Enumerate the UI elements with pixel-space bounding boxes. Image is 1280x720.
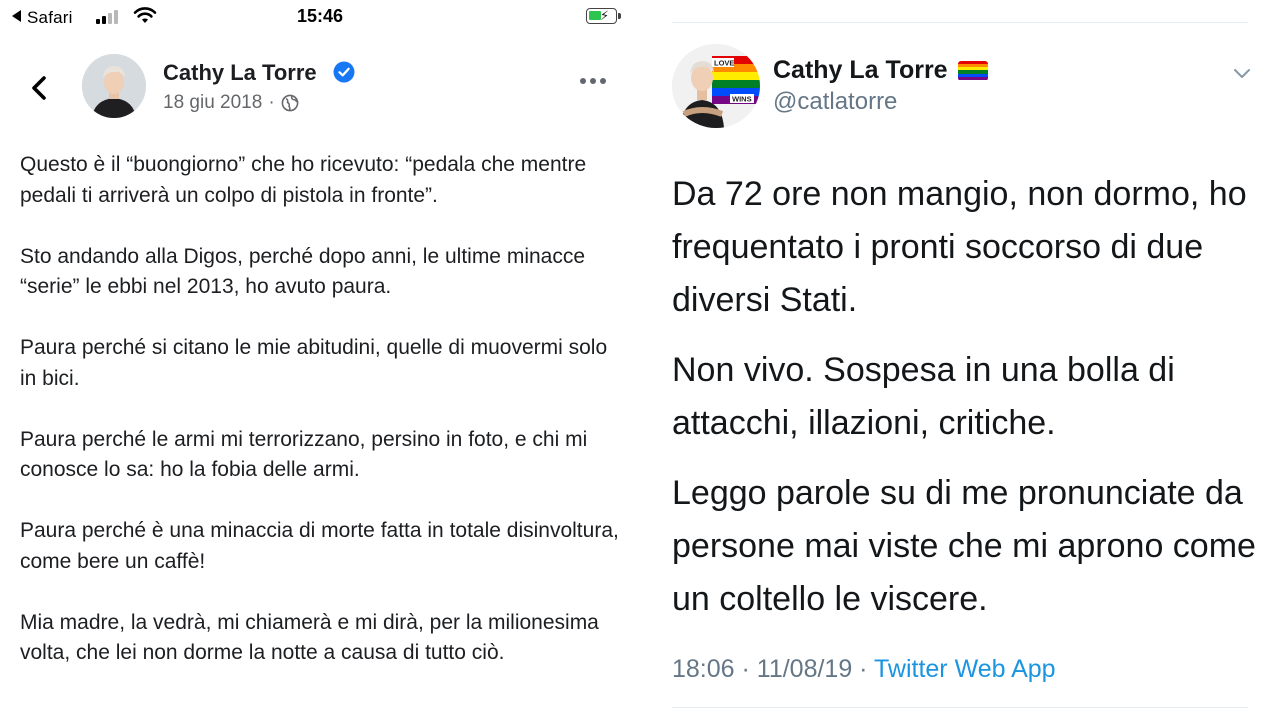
post-text: Questo è il “buongiorno” che ho ricevuto… [20, 150, 620, 699]
tweet-author-name-text: Cathy La Torre [773, 56, 948, 84]
facebook-post-panel: Safari 15:46 ⚡ Cathy La Torre 18 giu 201… [0, 0, 640, 720]
tweet-author-handle[interactable]: @catlatorre [773, 88, 897, 116]
tweet-author-avatar[interactable]: LOVE WINS [672, 44, 760, 128]
avatar-text-wins: WINS [732, 95, 752, 104]
divider [672, 707, 1248, 708]
post-paragraph: Sto andando alla Digos, perché dopo anni… [20, 244, 586, 299]
post-date[interactable]: 18 giu 2018 [163, 92, 262, 114]
post-paragraph: Mia madre, la vedrà, mi chiamerà e mi di… [20, 610, 599, 665]
ios-status-bar: Safari 15:46 ⚡ [0, 0, 640, 36]
chevron-left-icon[interactable] [26, 70, 52, 106]
more-dots-icon[interactable] [580, 78, 606, 84]
tweet-paragraph: Da 72 ore non mangio, non dormo, ho freq… [672, 175, 1247, 319]
battery-icon: ⚡ [586, 8, 621, 24]
tweet-meta: 18:06 · 11/08/19 · Twitter Web App [672, 655, 1056, 684]
tweet-timestamp[interactable]: 18:06 · 11/08/19 · [672, 655, 874, 683]
tweet-text: Da 72 ore non mangio, non dormo, ho freq… [672, 168, 1262, 643]
post-header: Cathy La Torre 18 giu 2018 · [0, 44, 640, 134]
post-paragraph: Paura perché è una minaccia di morte fat… [20, 519, 619, 573]
rainbow-flag-icon [957, 60, 988, 81]
author-avatar[interactable] [82, 54, 146, 118]
tweet-panel: LOVE WINS Cathy La Torre @catlatorre Da … [640, 0, 1280, 720]
avatar-text-love: LOVE [714, 59, 734, 68]
post-paragraph: Paura perché le armi mi terrorizzano, pe… [20, 427, 588, 482]
globe-icon [281, 94, 299, 112]
tweet-paragraph: Leggo parole su di me pronunciate da per… [672, 474, 1256, 618]
avatar-image [82, 54, 146, 118]
avatar-image: LOVE WINS [672, 44, 760, 128]
chevron-down-icon[interactable] [1232, 66, 1252, 80]
author-name[interactable]: Cathy La Torre [163, 60, 317, 86]
tweet-author-name[interactable]: Cathy La Torre [773, 56, 988, 85]
meta-separator: · [268, 92, 275, 113]
post-meta: 18 giu 2018 · [163, 92, 299, 114]
post-paragraph: Paura perché si citano le mie abitudini,… [20, 336, 608, 390]
verified-badge-icon [333, 61, 355, 83]
divider [672, 22, 1248, 23]
post-paragraph: Questo è il “buongiorno” che ho ricevuto… [20, 153, 587, 207]
tweet-paragraph: Non vivo. Sospesa in una bolla di attacc… [672, 351, 1175, 442]
tweet-source-link[interactable]: Twitter Web App [874, 655, 1056, 683]
clock: 15:46 [296, 6, 344, 26]
